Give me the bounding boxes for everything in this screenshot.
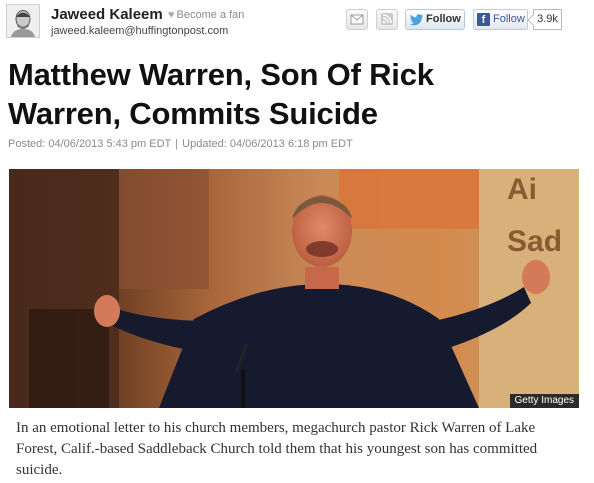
article-summary: In an emotional letter to his church mem…	[16, 420, 538, 478]
facebook-follower-count: 3.9k	[527, 9, 562, 30]
facebook-icon: f	[477, 13, 490, 26]
article-headline: Matthew Warren, Son Of Rick Warren, Comm…	[8, 57, 434, 131]
become-fan-label: Become a fan	[176, 9, 245, 21]
article-photo[interactable]: Ai Sad Getty Images	[9, 169, 579, 408]
author-byline: Jaweed Kaleem ♥ Become a fan jaweed.kalee…	[0, 0, 594, 44]
updated-timestamp: Updated: 04/06/2013 6:18 pm EDT	[182, 138, 353, 150]
twitter-follow-label: Follow	[426, 13, 461, 25]
rss-button[interactable]	[376, 9, 398, 30]
heart-icon: ♥	[168, 9, 175, 21]
author-avatar[interactable]	[6, 4, 40, 38]
facebook-follow-label: Follow	[493, 13, 525, 25]
posted-timestamp: Posted: 04/06/2013 5:43 pm EDT	[8, 138, 172, 150]
svg-text:Sad: Sad	[507, 225, 562, 258]
author-name[interactable]: Jaweed Kaleem	[51, 6, 163, 23]
dateline-separator: |	[175, 138, 179, 150]
twitter-follow-button[interactable]: Follow	[405, 9, 465, 30]
twitter-bird-icon	[410, 14, 423, 26]
article-dateline: Posted: 04/06/2013 5:43 pm EDT | Updated: …	[8, 138, 353, 150]
become-fan-link[interactable]: ♥ Become a fan	[168, 9, 244, 21]
email-button[interactable]	[346, 9, 368, 30]
envelope-icon	[350, 14, 364, 25]
rss-icon	[381, 13, 393, 25]
facebook-follow-button[interactable]: f Follow	[473, 9, 528, 30]
author-email[interactable]: jaweed.kaleem@huffingtonpost.com	[51, 25, 228, 37]
svg-text:Ai: Ai	[507, 173, 537, 206]
facebook-count-value: 3.9k	[537, 13, 558, 25]
photo-credit: Getty Images	[509, 394, 579, 408]
